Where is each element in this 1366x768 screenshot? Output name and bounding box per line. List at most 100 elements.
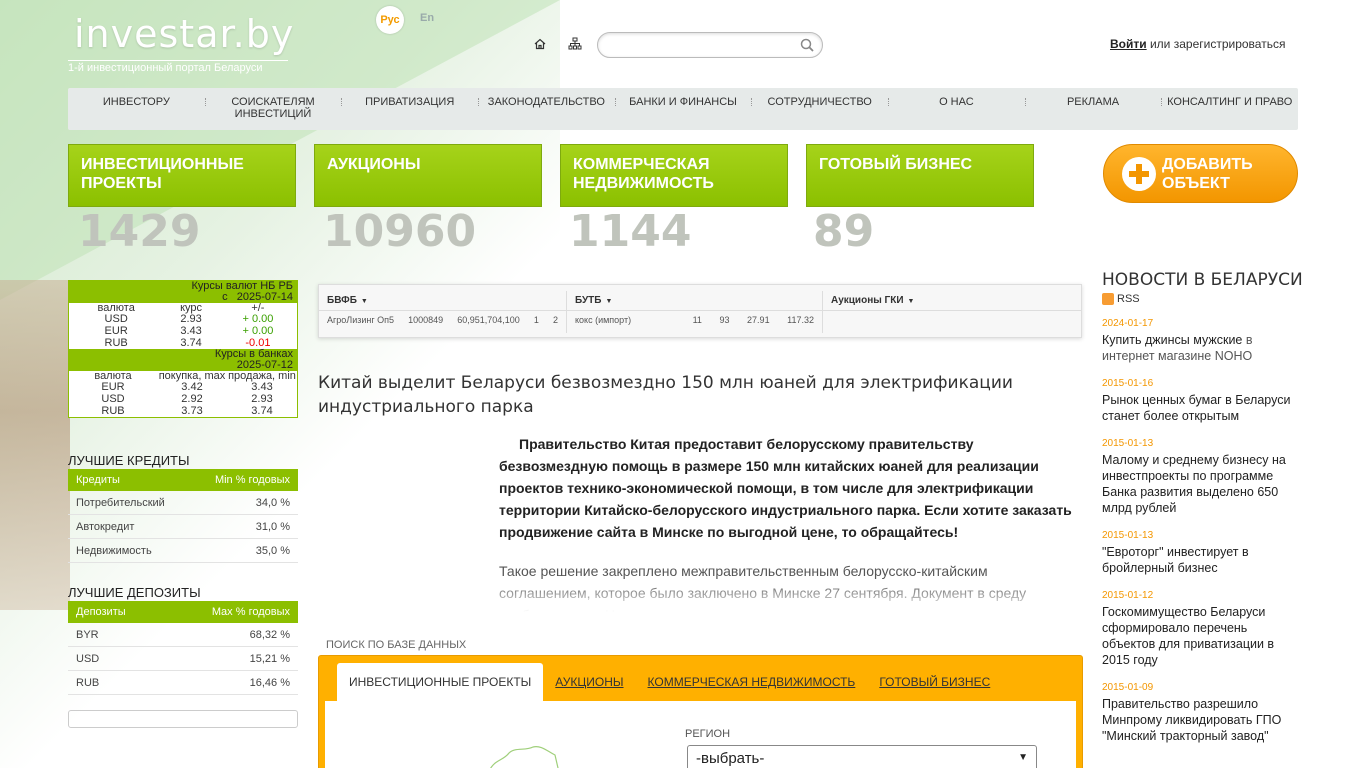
exchange-col-butb: БУТБ ▼ кокс (импорт) 11 93 27.91 117.32 (567, 291, 823, 333)
add-object-label: Добавить объект (1162, 156, 1253, 192)
list-item[interactable]: 2015-01-09 Правительство разрешило Минпр… (1102, 682, 1298, 744)
tile-commercial-realty[interactable]: Коммерческая недвижимость (560, 144, 788, 207)
site-logo[interactable]: investar.by (74, 12, 294, 56)
exchange-header[interactable]: Аукционы ГКИ ▼ (823, 291, 1081, 311)
region-label: Регион (685, 728, 731, 740)
currency-code: USD (101, 392, 125, 405)
deposits-head-right: Max % годовых (211, 606, 290, 618)
news-date: 2015-01-13 (1102, 438, 1154, 449)
db-search-title: Поиск по базе данных (326, 639, 467, 651)
table-row[interactable]: USD 15,21 % (68, 647, 298, 671)
news-title: Новости в Беларуси (1102, 270, 1303, 290)
table-row[interactable]: Недвижимость 35,0 % (68, 539, 298, 563)
buy-value: 3.73 (181, 404, 203, 417)
tab-commercial-realty[interactable]: Коммерческая недвижимость (636, 663, 868, 703)
col-currency: валюта (94, 370, 132, 382)
nav-cooperation[interactable]: Сотрудничество (751, 88, 888, 130)
tile-invest-projects[interactable]: Инвестиционные проекты (68, 144, 296, 207)
region-map[interactable] (485, 741, 565, 768)
list-item[interactable]: 2015-01-16 Рынок ценных бумаг в Беларуси… (1102, 378, 1298, 424)
exchange-col-gki: Аукционы ГКИ ▼ (823, 291, 1081, 333)
nav-about[interactable]: О нас (888, 88, 1025, 130)
best-credits-title: Лучшие кредиты (68, 453, 190, 468)
currency-code: RUB (104, 336, 128, 349)
deposit-rate: 16,46 % (249, 677, 290, 689)
exchange-header[interactable]: БВФБ ▼ (319, 291, 566, 311)
list-item[interactable]: 2015-01-13 "Евроторг" инвестирует в брой… (1102, 530, 1298, 576)
empty-widget (68, 710, 298, 728)
exchange-cell: 117.32 (787, 315, 814, 325)
nav-privatization[interactable]: Приватизация (341, 88, 478, 130)
table-row: RUB 3.73 3.74 (69, 405, 297, 417)
home-icon[interactable] (534, 38, 546, 50)
currency-code: USD (104, 312, 128, 325)
exchange-row: АгроЛизинг Оп5 1000849 60,951,704,100 1 … (319, 311, 566, 329)
tile-ready-business[interactable]: Готовый бизнес (806, 144, 1034, 207)
db-search-form: Регион -выбрать- ▼ (325, 701, 1076, 768)
lang-ru-button[interactable]: Рус (376, 6, 404, 34)
tab-ready-business[interactable]: Готовый бизнес (867, 663, 1002, 703)
sitemap-icon[interactable] (568, 37, 582, 51)
tab-auctions[interactable]: Аукционы (543, 663, 635, 703)
article-body: Такое решение закреплено межправительств… (499, 563, 1027, 612)
search-box (597, 32, 823, 58)
news-headline: Малому и среднему бизнесу на инвестпроек… (1102, 453, 1286, 515)
table-row[interactable]: Потребительский 34,0 % (68, 491, 298, 515)
search-input[interactable] (608, 33, 798, 57)
news-headline: Госкомимущество Беларуси сформировало пе… (1102, 605, 1275, 667)
exchange-cell: 11 (692, 315, 702, 325)
table-row: EUR 3.42 3.43 (69, 381, 297, 393)
list-item[interactable]: 2015-01-13 Малому и среднему бизнесу на … (1102, 438, 1298, 516)
deposit-name: RUB (76, 677, 100, 689)
lang-en-button[interactable]: En (420, 12, 434, 24)
tile-invest-projects-count: 1429 (78, 206, 201, 257)
nav-legislation[interactable]: Законодательство (478, 88, 615, 130)
deposit-rate: 68,32 % (249, 629, 290, 641)
tile-ready-business-count: 89 (813, 206, 875, 257)
best-deposits-title: Лучшие депозиты (68, 585, 201, 600)
sell-value: 3.74 (251, 404, 273, 417)
register-link[interactable]: или зарегистрироваться (1147, 37, 1285, 51)
search-icon[interactable] (800, 38, 814, 52)
table-row[interactable]: Автокредит 31,0 % (68, 515, 298, 539)
table-row[interactable]: RUB 16,46 % (68, 671, 298, 695)
rss-label: RSS (1117, 293, 1140, 305)
db-search-tabs: Инвестиционные проекты Аукционы Коммерче… (337, 663, 1002, 703)
exchange-title: Аукционы ГКИ (831, 295, 904, 306)
list-item[interactable]: 2024-01-17 Купить джинсы мужские в интер… (1102, 318, 1298, 364)
table-row[interactable]: BYR 68,32 % (68, 623, 298, 647)
exchange-header[interactable]: БУТБ ▼ (567, 291, 822, 311)
credits-table: Кредиты Min % годовых Потребительский 34,… (68, 469, 298, 563)
article-headline[interactable]: Китай выделит Беларуси безвозмездно 150 … (318, 371, 1078, 419)
exchange-cell: 27.91 (747, 315, 770, 325)
chevron-down-icon: ▼ (1018, 752, 1028, 763)
dropdown-arrow-icon: ▼ (605, 298, 613, 305)
exchange-cell: 1000849 (408, 315, 444, 325)
deposit-name: USD (76, 653, 100, 665)
credit-name: Потребительский (76, 497, 165, 509)
credit-name: Автокредит (76, 521, 135, 533)
nav-consulting[interactable]: Консалтинг и право (1161, 88, 1298, 130)
region-select[interactable]: -выбрать- ▼ (687, 745, 1037, 768)
main-nav: Инвестору Соискателям инвестиций Привати… (68, 88, 1298, 130)
rss-link[interactable]: RSS (1102, 293, 1140, 305)
tile-auctions[interactable]: Аукционы (314, 144, 542, 207)
nav-ads[interactable]: Реклама (1024, 88, 1162, 130)
deposit-name: BYR (76, 629, 99, 641)
login-link[interactable]: Войти (1110, 37, 1147, 51)
nav-investor[interactable]: Инвестору (68, 88, 205, 130)
add-object-button[interactable]: Добавить объект (1103, 144, 1298, 203)
table-row: EUR 3.43 + 0.00 (69, 325, 297, 337)
list-item[interactable]: 2015-01-12 Госкомимущество Беларуси сфор… (1102, 590, 1298, 668)
exchange-col-bvfb: БВФБ ▼ АгроЛизинг Оп5 1000849 60,951,704,… (319, 291, 567, 333)
tab-invest-projects[interactable]: Инвестиционные проекты (337, 663, 544, 703)
nav-seekers[interactable]: Соискателям инвестиций (204, 88, 342, 130)
nb-rates-header: Курсы валют НБ РБ с 2025-07-14 (69, 281, 297, 303)
credit-rate: 31,0 % (255, 521, 290, 533)
col-buy: покупка, max (158, 370, 226, 382)
currency-rates: Курсы валют НБ РБ с 2025-07-14 валюта ку… (68, 280, 298, 418)
table-row: USD 2.93 + 0.00 (69, 313, 297, 325)
nav-banks[interactable]: Банки и финансы (614, 88, 752, 130)
background-photo (0, 280, 70, 610)
tile-auctions-count: 10960 (323, 206, 477, 257)
